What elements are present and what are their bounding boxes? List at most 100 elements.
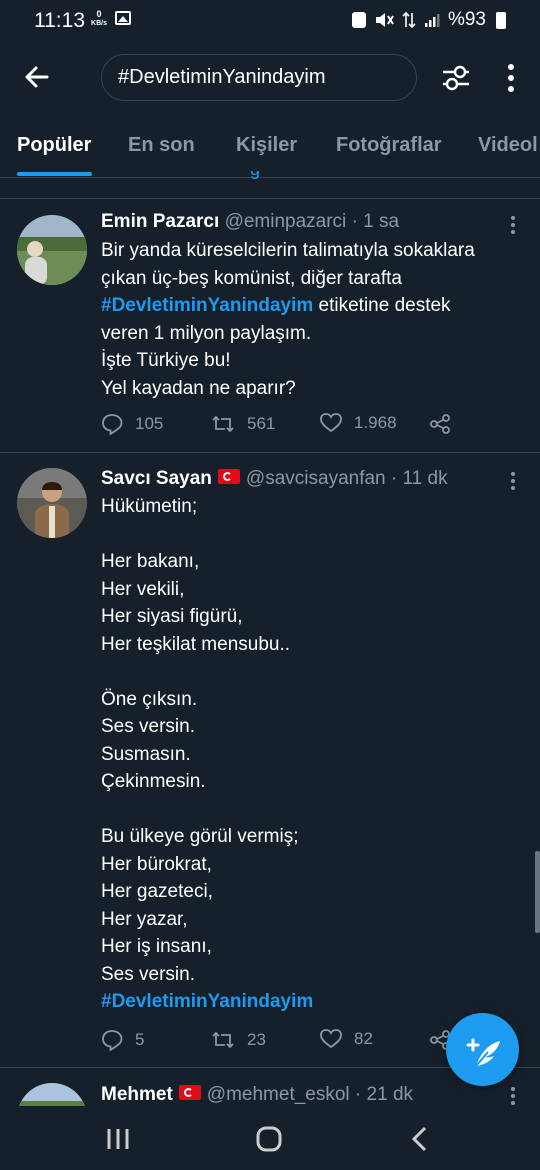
author-handle: @eminpazarci xyxy=(224,211,347,232)
tweet-actions: 5 23 82 xyxy=(101,1029,481,1055)
recent-apps-icon[interactable] xyxy=(103,1124,133,1154)
tweet-line: Her vekili, xyxy=(101,578,185,600)
hashtag-link[interactable]: #DevletiminYanindayim xyxy=(101,991,313,1012)
tweet-line: Her teşkilat mensubu.. xyxy=(101,633,291,655)
home-icon[interactable] xyxy=(254,1124,284,1154)
tweet-line: çıkan üç-beş komünist, diğer tarafta xyxy=(101,267,402,289)
tweet-line: Çekinmesin. xyxy=(101,771,206,792)
scrolled-hashtag-fragment: g xyxy=(250,171,275,179)
retweet-icon xyxy=(212,1031,234,1049)
retweet-icon xyxy=(212,415,234,433)
tweet-time: · 11 dk xyxy=(390,468,448,489)
tweet-time: · 21 dk xyxy=(354,1084,414,1105)
scrollbar[interactable] xyxy=(535,851,540,933)
tweet-line: İşte Türkiye bu! xyxy=(101,350,231,371)
tweet-text: Hükümetin; Her bakanı, Her vekili, Her s… xyxy=(101,493,526,1016)
tweet-line: Bu ülkeye görül vermiş; xyxy=(101,826,299,847)
like-button[interactable]: 1.968 xyxy=(320,413,397,433)
retweet-count: 23 xyxy=(247,1030,266,1049)
battery-percent: %93 xyxy=(447,9,486,30)
status-time: 11:13 xyxy=(34,9,85,32)
retweet-button[interactable]: 23 xyxy=(211,1029,266,1051)
tab-people[interactable]: Kişiler xyxy=(236,134,297,157)
tweet-line: Her bürokrat, xyxy=(101,853,212,875)
tweet-line: Bir yanda küreselcilerin talimatıyla sok… xyxy=(101,240,475,261)
avatar[interactable] xyxy=(17,468,87,538)
hashtag-link[interactable]: #DevletiminYanindayim xyxy=(101,295,313,316)
reply-button[interactable]: 105 xyxy=(101,413,163,435)
tweet-time: · 1 sa xyxy=(351,211,400,232)
tab-videos[interactable]: Videol xyxy=(478,134,538,157)
tweet-line: Yel kayadan ne aparır? xyxy=(101,377,296,399)
search-filter-icon[interactable] xyxy=(440,62,472,94)
system-navigation-bar xyxy=(0,1106,540,1170)
retweet-count: 561 xyxy=(247,414,276,433)
turkey-flag-icon xyxy=(178,1085,201,1101)
tweet-line: Ses versin. xyxy=(101,716,195,737)
mute-icon xyxy=(375,13,394,27)
author-handle: @savcisayanfan xyxy=(245,468,386,489)
tweet-more-icon[interactable] xyxy=(505,215,521,237)
like-count: 1.968 xyxy=(354,413,397,432)
retweet-button[interactable]: 561 xyxy=(211,413,275,435)
tweet-line: Her yazar, xyxy=(101,908,188,930)
tweet-line: Öne çıksın. xyxy=(101,688,198,710)
data-arrows-icon xyxy=(402,11,416,29)
tweet[interactable]: Emin Pazarcı @eminpazarci · 1 sa Bir yan… xyxy=(0,199,540,452)
compose-tweet-button[interactable] xyxy=(446,1013,519,1086)
reply-count: 105 xyxy=(135,414,164,433)
reply-count: 5 xyxy=(135,1030,145,1049)
tweet-more-icon[interactable] xyxy=(505,1086,521,1106)
author-handle: @mehmet_eskol xyxy=(206,1084,350,1105)
like-button[interactable]: 82 xyxy=(320,1029,373,1049)
tweet-line: Her iş insanı, xyxy=(101,936,212,957)
tweet-line: Her gazeteci, xyxy=(101,881,213,902)
tweet-text: Bir yanda küreselcilerin talimatıyla sok… xyxy=(101,237,526,402)
search-query: #DevletiminYanindayim xyxy=(118,66,326,88)
status-bar: 11:13 0 KB/s %93 xyxy=(0,0,540,42)
tweet-line: Ses versin. xyxy=(101,963,195,985)
active-tab-indicator xyxy=(17,172,92,176)
signal-icon xyxy=(424,14,440,27)
tweet-line: Her bakanı, xyxy=(101,551,200,572)
lock-icon xyxy=(351,12,366,28)
search-input[interactable]: #DevletiminYanindayim xyxy=(101,54,417,101)
top-bar: #DevletiminYanindayim xyxy=(0,42,540,114)
back-arrow-icon[interactable] xyxy=(20,60,54,94)
author-name[interactable]: Mehmet xyxy=(101,1084,173,1105)
avatar[interactable] xyxy=(17,1083,87,1106)
reply-button[interactable]: 5 xyxy=(101,1029,144,1051)
share-icon xyxy=(430,414,450,434)
tweet-line xyxy=(101,796,526,824)
reply-icon xyxy=(102,1030,123,1051)
reply-icon xyxy=(102,414,123,435)
tweet-line: veren 1 milyon paylaşım. xyxy=(101,322,312,344)
tab-latest[interactable]: En son xyxy=(128,134,195,157)
tweet-line: Hükümetin; xyxy=(101,496,198,517)
system-back-icon[interactable] xyxy=(405,1124,435,1154)
heart-icon xyxy=(320,413,342,433)
tweet-line xyxy=(101,521,526,549)
compose-feather-icon xyxy=(466,1038,500,1067)
tab-popular[interactable]: Popüler xyxy=(17,134,91,157)
tweet-line: Her siyasi figürü, xyxy=(101,606,243,627)
search-tabs: Popüler En son Kişiler Fotoğraflar Video… xyxy=(0,114,540,178)
battery-icon xyxy=(496,11,506,29)
tweet-line xyxy=(101,658,526,686)
more-options-icon[interactable] xyxy=(497,60,525,96)
tweet[interactable]: Savcı Sayan @savcisayanfan · 11 dk Hüküme… xyxy=(0,453,540,1067)
tweet-line: etiketine destek xyxy=(313,295,451,316)
gallery-notification-icon xyxy=(115,11,131,25)
like-count: 82 xyxy=(354,1029,373,1048)
share-button[interactable] xyxy=(429,413,463,435)
avatar[interactable] xyxy=(17,215,87,285)
tweet-actions: 105 561 1.968 xyxy=(101,413,481,439)
tab-photos[interactable]: Fotoğraflar xyxy=(336,134,442,157)
author-name[interactable]: Savcı Sayan xyxy=(101,468,212,489)
heart-icon xyxy=(320,1029,342,1049)
tweet-more-icon[interactable] xyxy=(505,471,521,493)
author-name[interactable]: Emin Pazarcı xyxy=(101,211,219,232)
tweet-line: Susmasın. xyxy=(101,743,191,765)
network-speed: 0 KB/s xyxy=(91,9,107,27)
turkey-flag-icon xyxy=(217,469,240,485)
